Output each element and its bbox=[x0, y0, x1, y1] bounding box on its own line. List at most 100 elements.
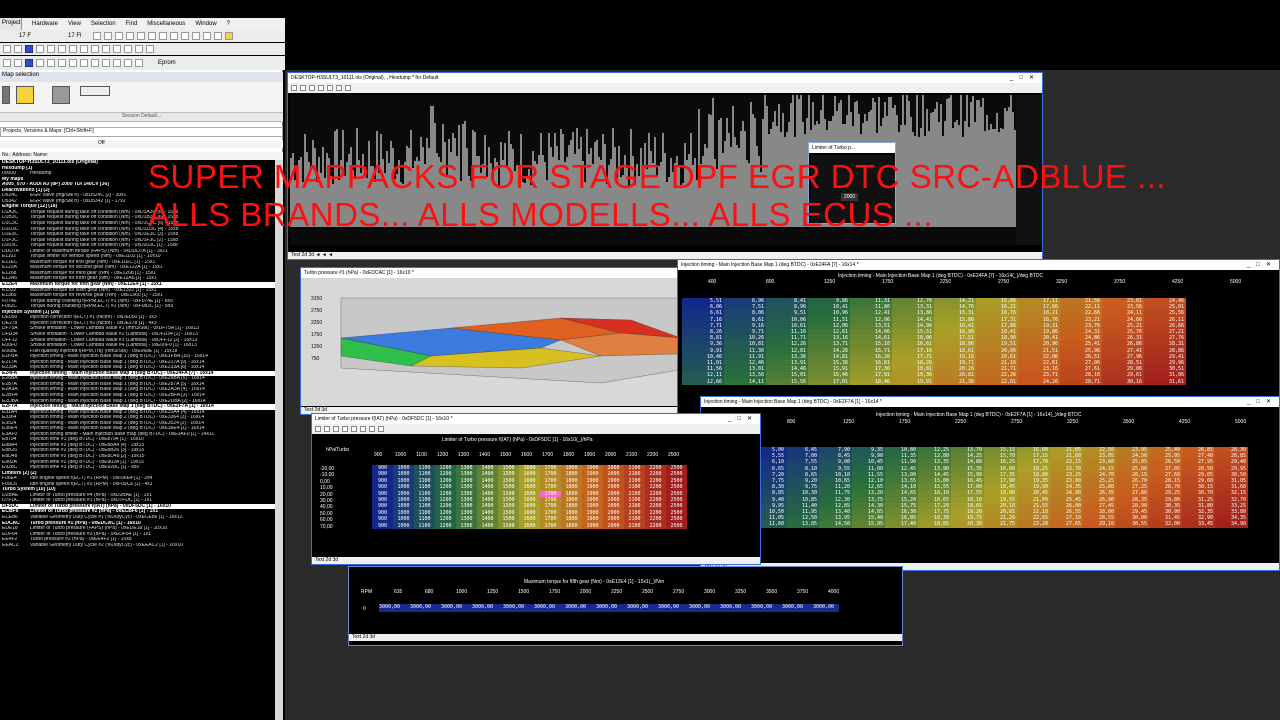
torque-cell[interactable]: 3000,00 bbox=[782, 604, 803, 610]
grid-cell[interactable]: 27,65 bbox=[1050, 521, 1083, 528]
toolbar-icon-g[interactable] bbox=[80, 45, 88, 53]
prev-icon[interactable] bbox=[14, 59, 22, 67]
limiter-grid-cell[interactable]: 1300 bbox=[456, 522, 477, 530]
menu-selection[interactable]: Selection bbox=[91, 21, 116, 27]
torque-cell[interactable]: 3000,00 bbox=[658, 604, 679, 610]
nav-icon-a[interactable] bbox=[69, 59, 77, 67]
grid-cell[interactable]: 31,61 bbox=[1144, 378, 1186, 385]
toolbar-icon-percent[interactable] bbox=[170, 32, 178, 40]
grid-cell[interactable]: 29,10 bbox=[1083, 521, 1116, 528]
grid-cell[interactable]: 30,16 bbox=[1102, 378, 1144, 385]
tree-toggle-icon[interactable] bbox=[2, 86, 10, 104]
toolbar-icon-2d[interactable] bbox=[148, 32, 156, 40]
grid-cell[interactable]: 22,81 bbox=[976, 378, 1018, 385]
torque-fifth-gear-window[interactable]: Maximum torque for fifth gear (Nm) - 0xE… bbox=[348, 566, 903, 646]
toolbar-icon-minus[interactable] bbox=[203, 32, 211, 40]
grid-cell[interactable]: 21,36 bbox=[934, 378, 976, 385]
tool-icon-7[interactable] bbox=[345, 85, 351, 91]
torque-values-row[interactable]: 3000,00 3000,00 3000,00 3000,00 3000,00 3000,… bbox=[379, 604, 839, 612]
injection-map2-window[interactable]: Injection timing - Main Injection Base M… bbox=[700, 396, 1280, 571]
toolbar-icon-d[interactable] bbox=[47, 45, 55, 53]
nav-icon-g[interactable] bbox=[135, 59, 143, 67]
menu-miscellaneous[interactable]: Miscellaneous bbox=[147, 21, 185, 27]
torque-cell[interactable]: 3000,00 bbox=[813, 604, 834, 610]
limiter-grid-cell[interactable]: 1800 bbox=[561, 522, 582, 530]
toolbar-icon-grid[interactable] bbox=[93, 32, 101, 40]
tool-icon-5[interactable] bbox=[351, 426, 357, 432]
first-icon[interactable] bbox=[3, 59, 11, 67]
nav-icon-d[interactable] bbox=[102, 59, 110, 67]
grid-cell[interactable]: 14,50 bbox=[819, 521, 852, 528]
torque-cell[interactable]: 3000,00 bbox=[410, 604, 431, 610]
limiter-grid-cell[interactable]: 2000 bbox=[603, 522, 624, 530]
toolbar-icon-c[interactable] bbox=[36, 45, 44, 53]
grid-cell[interactable]: 20,30 bbox=[951, 521, 984, 528]
grid-cell[interactable]: 18,46 bbox=[850, 378, 892, 385]
limiter-grid[interactable]: 900 1000 1100 1200 1300 1400 1500 1600 1700 1800 1… bbox=[372, 465, 694, 530]
grid-cell[interactable]: 17,40 bbox=[885, 521, 918, 528]
filter-off-label[interactable]: Off bbox=[98, 140, 105, 146]
toolbar-icon-a[interactable] bbox=[3, 45, 11, 53]
injection-map2-grid[interactable]: 5,00 6,45 7,90 9,35 10,80 12,25 13,70 15,15 16,6… bbox=[753, 447, 1248, 528]
nav-icon-c[interactable] bbox=[91, 59, 99, 67]
torque-cell[interactable]: 3000,00 bbox=[689, 604, 710, 610]
limiter-grid-cell[interactable]: 1600 bbox=[519, 522, 540, 530]
torque-cell[interactable]: 3000,00 bbox=[503, 604, 524, 610]
nav-icon-b[interactable] bbox=[80, 59, 88, 67]
grid-cell[interactable]: 15,95 bbox=[852, 521, 885, 528]
grid-cell[interactable]: 14,11 bbox=[724, 378, 766, 385]
grid-cell[interactable]: 23,20 bbox=[1017, 521, 1050, 528]
limiter-grid-cell[interactable]: 1200 bbox=[435, 522, 456, 530]
nav-icon-e[interactable] bbox=[113, 59, 121, 67]
toolbar-icon-plus[interactable] bbox=[192, 32, 200, 40]
next-icon[interactable] bbox=[36, 59, 44, 67]
tool-icon-4[interactable] bbox=[318, 85, 324, 91]
tree-row[interactable]: EEAC2 Variable Geometry Duty Cycle #2 (%D… bbox=[0, 543, 275, 549]
toolbar-icon-undo[interactable] bbox=[214, 32, 222, 40]
torque-cell[interactable]: 3000,00 bbox=[472, 604, 493, 610]
tool-icon-4[interactable] bbox=[342, 426, 348, 432]
tool-icon-3[interactable] bbox=[309, 85, 315, 91]
limiter-grid-cell[interactable]: 1500 bbox=[498, 522, 519, 530]
projects-search-input[interactable]: Projects, Versions & Maps: [Ctrl+Shift+F… bbox=[0, 127, 283, 137]
grid-cell[interactable]: 12,66 bbox=[682, 378, 724, 385]
toolbar-icon-m[interactable] bbox=[146, 45, 154, 53]
torque-cell[interactable]: 3000,00 bbox=[627, 604, 648, 610]
open-folder-icon[interactable] bbox=[16, 86, 34, 104]
toolbar-icon-b[interactable] bbox=[14, 45, 22, 53]
toolbar-icon-k[interactable] bbox=[124, 45, 132, 53]
hexdump-window[interactable]: DESKTOP-H3SULT3_10111.ols (Original), , … bbox=[287, 72, 1043, 260]
tool-icon-3[interactable] bbox=[333, 426, 339, 432]
tool-icon-6[interactable] bbox=[336, 85, 342, 91]
window-controls[interactable]: _□✕ bbox=[728, 414, 758, 424]
toolbar-icon-list[interactable] bbox=[115, 32, 123, 40]
limiter-grid-cell[interactable]: 1700 bbox=[540, 522, 561, 530]
limiter-grid-cell[interactable]: 1100 bbox=[414, 522, 435, 530]
step-icon[interactable] bbox=[58, 59, 66, 67]
torque-cell[interactable]: 3000,00 bbox=[534, 604, 555, 610]
grid-cell[interactable]: 17,01 bbox=[808, 378, 850, 385]
limiter-grid-cell[interactable]: 2100 bbox=[624, 522, 645, 530]
menu-help[interactable]: ? bbox=[227, 21, 230, 27]
tool-icon-2[interactable] bbox=[324, 426, 330, 432]
menu-hardware[interactable]: Hardware bbox=[32, 21, 58, 27]
toolbar-icon-blue-square[interactable] bbox=[25, 45, 33, 53]
eprom-label[interactable]: Eprom bbox=[158, 60, 176, 66]
stop-icon[interactable] bbox=[25, 59, 33, 67]
toolbar-icon-diff[interactable] bbox=[126, 32, 134, 40]
grid-cell[interactable]: 13,05 bbox=[786, 521, 819, 528]
toolbar-icon-l[interactable] bbox=[135, 45, 143, 53]
toolbar-icon-h[interactable] bbox=[91, 45, 99, 53]
limiter-grid-cell[interactable]: 2500 bbox=[666, 522, 687, 530]
grid-cell[interactable]: 33,45 bbox=[1182, 521, 1215, 528]
font-size-b[interactable]: 17 Fl bbox=[68, 33, 90, 39]
window-controls[interactable]: _□✕ bbox=[1247, 260, 1277, 270]
save-icon[interactable] bbox=[52, 86, 70, 104]
grid-cell[interactable]: 28,71 bbox=[1060, 378, 1102, 385]
torque-cell[interactable]: 3000,00 bbox=[441, 604, 462, 610]
session-default-button[interactable]: Session Default... bbox=[0, 112, 283, 122]
last-icon[interactable] bbox=[47, 59, 55, 67]
nav-icon-f[interactable] bbox=[124, 59, 132, 67]
torque-cell[interactable]: 3000,00 bbox=[379, 604, 400, 610]
toolbar-icon-table[interactable] bbox=[104, 32, 112, 40]
